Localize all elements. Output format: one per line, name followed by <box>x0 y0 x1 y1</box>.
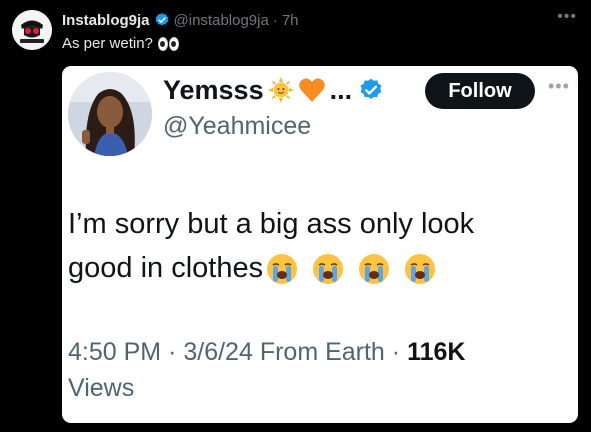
quoted-tweet-text: I’m sorry but a big ass only look good i… <box>68 202 568 290</box>
loudly-crying-face-icon <box>265 252 299 286</box>
quoted-avatar <box>68 72 152 156</box>
crying-emojis <box>265 252 437 286</box>
quoted-date: 3/6/24 <box>183 338 253 366</box>
verified-badge-icon <box>154 12 170 28</box>
separator: · <box>272 11 278 29</box>
post-time[interactable]: 7h <box>282 12 299 29</box>
quoted-views-label: Views <box>68 374 135 402</box>
post-text: As per wetin? <box>62 35 179 52</box>
avatar[interactable] <box>12 10 52 50</box>
quoted-text-line-2: good in clothes <box>68 252 264 284</box>
sun-emoji-icon <box>267 77 294 103</box>
more-horizontal-icon[interactable]: ••• <box>557 8 577 26</box>
eyes-emoji-icon <box>157 36 179 51</box>
loudly-crying-face-icon <box>403 252 437 286</box>
post-text-content: As per wetin? <box>62 35 153 52</box>
quoted-name-ellipsis: ... <box>329 74 353 105</box>
quoted-screenshot[interactable]: Yemsss ... @Yeahmicee Follow ••• I’m sor… <box>62 66 578 423</box>
quoted-meta: 4:50 PM · 3/6/24 From Earth · 116K Views <box>68 334 558 406</box>
loudly-crying-face-icon <box>311 252 345 286</box>
quoted-views-count: 116K <box>407 338 466 366</box>
meta-separator: · <box>391 338 401 366</box>
quoted-display-name: Yemsss <box>163 74 264 105</box>
quoted-name-line: Yemsss ... <box>163 72 384 108</box>
author-name[interactable]: Instablog9ja <box>62 12 150 29</box>
meta-separator: · <box>168 338 177 366</box>
loudly-crying-face-icon <box>357 252 391 286</box>
quoted-verified-badge-icon <box>358 77 384 103</box>
quoted-handle: @Yeahmicee <box>163 112 312 140</box>
author-handle[interactable]: @instablog9ja <box>174 12 269 29</box>
post-header: Instablog9ja @instablog9ja · 7h <box>62 11 299 29</box>
quoted-more-icon: ••• <box>548 76 570 96</box>
post[interactable]: Instablog9ja @instablog9ja · 7h ••• As p… <box>0 0 591 432</box>
quoted-location: From Earth <box>259 338 385 366</box>
quoted-text-line-1: I’m sorry but a big ass only look <box>68 208 475 240</box>
orange-heart-icon <box>298 77 326 103</box>
follow-button: Follow <box>425 73 535 109</box>
quoted-time: 4:50 PM <box>68 338 162 366</box>
